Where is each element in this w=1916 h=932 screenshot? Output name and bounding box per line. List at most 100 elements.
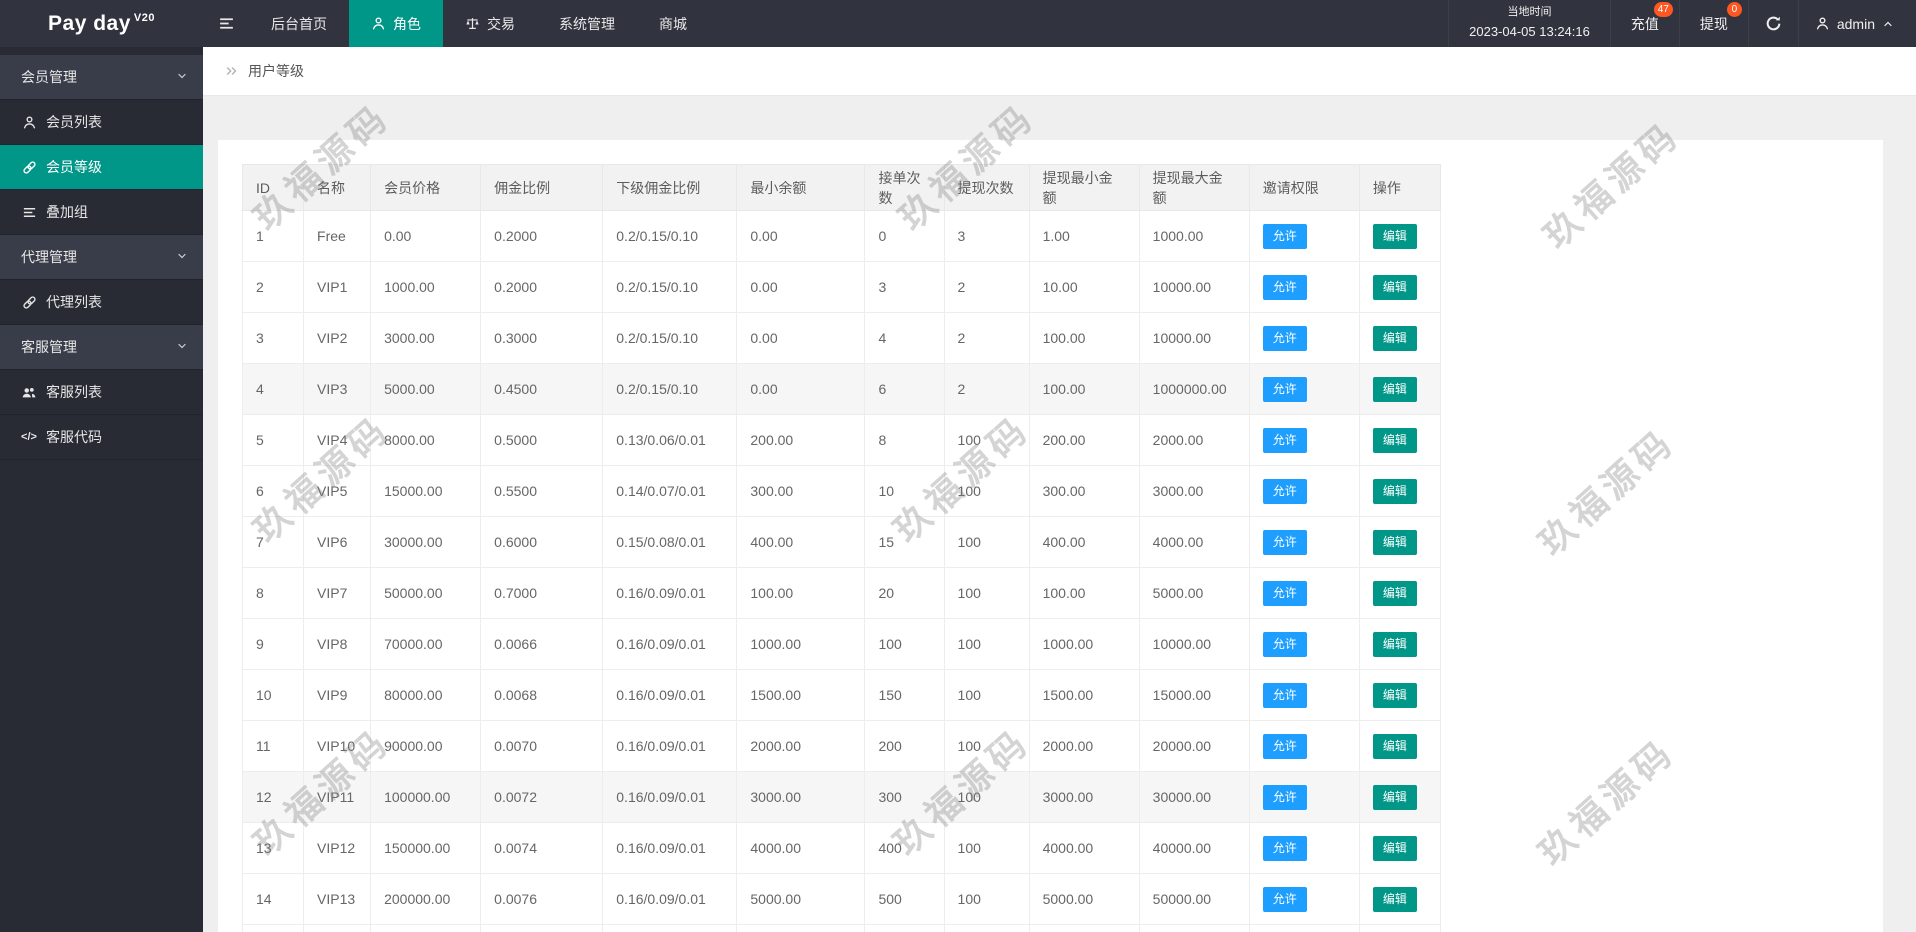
table-cell: 0.6000 — [480, 516, 604, 568]
sidebar-item[interactable]: 会员列表 — [0, 100, 203, 145]
allow-button[interactable]: 允许 — [1262, 784, 1307, 810]
column-header: 会员价格 — [370, 164, 482, 211]
table-cell: 编辑 — [1358, 465, 1442, 517]
table-cell: VIP3 — [303, 363, 372, 415]
table-cell: VIP6 — [303, 516, 372, 568]
table-cell: 编辑 — [1358, 210, 1442, 262]
edit-button[interactable]: 编辑 — [1372, 580, 1417, 606]
hamburger-icon — [218, 15, 235, 32]
withdraw-button[interactable]: 提现 0 — [1678, 0, 1748, 47]
withdraw-label: 提现 — [1699, 15, 1728, 32]
sidebar-item[interactable]: </> 客服代码 — [0, 415, 203, 460]
sidebar-item[interactable]: 叠加组 — [0, 190, 203, 235]
table-cell: VIP13 — [303, 873, 372, 925]
sidebar-item-label: 客服列表 — [46, 384, 102, 400]
top-nav-item-label: 交易 — [487, 15, 515, 32]
table-cell: 15 — [864, 516, 945, 568]
edit-button[interactable]: 编辑 — [1372, 682, 1417, 708]
table-cell: 10000.00 — [1028, 924, 1140, 932]
allow-button[interactable]: 允许 — [1262, 886, 1307, 912]
sidebar-item[interactable]: 客服列表 — [0, 370, 203, 415]
recharge-button[interactable]: 充值 47 — [1609, 0, 1679, 47]
sidebar-item[interactable]: 代理列表 — [0, 280, 203, 325]
edit-button[interactable]: 编辑 — [1372, 886, 1417, 912]
table-row: 10 VIP9 80000.00 0.0068 0.16/0.09/0.01 1500.0… — [241, 669, 1442, 721]
refresh-button[interactable] — [1747, 0, 1798, 47]
allow-button[interactable]: 允许 — [1262, 733, 1307, 759]
table-cell: VIP1 — [303, 261, 372, 313]
table-cell: 300.00 — [1028, 465, 1140, 517]
table-cell: 5000.00 — [736, 873, 866, 925]
edit-button[interactable]: 编辑 — [1372, 835, 1417, 861]
table-row: 12 VIP11 100000.00 0.0072 0.16/0.09/0.01 3000… — [241, 771, 1442, 823]
allow-button[interactable]: 允许 — [1262, 478, 1307, 504]
table-cell: 0.13/0.06/0.01 — [602, 414, 738, 466]
table-cell: 3000.00 — [1028, 771, 1140, 823]
edit-button[interactable]: 编辑 — [1372, 427, 1417, 453]
top-nav-item[interactable]: 商城 — [637, 0, 709, 47]
edit-button[interactable]: 编辑 — [1372, 274, 1417, 300]
allow-button[interactable]: 允许 — [1262, 427, 1307, 453]
sidebar-item[interactable]: 会员等级 — [0, 145, 203, 190]
link-icon — [21, 160, 37, 175]
table-cell: 0.16/0.09/0.01 — [602, 669, 738, 721]
edit-button[interactable]: 编辑 — [1372, 631, 1417, 657]
person-icon — [21, 115, 37, 130]
app-version: V20 — [133, 11, 155, 24]
edit-button[interactable]: 编辑 — [1372, 223, 1417, 249]
sidebar-group[interactable]: 会员管理 — [0, 55, 203, 100]
user-name: admin — [1836, 15, 1875, 32]
sidebar-group[interactable]: 客服管理 — [0, 325, 203, 370]
table-cell: 0.16/0.09/0.01 — [602, 720, 738, 772]
table-cell: 50000.00 — [370, 567, 482, 619]
allow-button[interactable]: 允许 — [1262, 580, 1307, 606]
sidebar-group[interactable]: 代理管理 — [0, 235, 203, 280]
allow-button[interactable]: 允许 — [1262, 682, 1307, 708]
table-cell: 0.3000 — [480, 312, 604, 364]
sidebar-toggle-button[interactable] — [203, 0, 249, 47]
edit-button[interactable]: 编辑 — [1372, 529, 1417, 555]
table-cell: 5000.00 — [1138, 567, 1250, 619]
table-cell: 允许 — [1248, 210, 1360, 262]
allow-button[interactable]: 允许 — [1262, 529, 1307, 555]
table-cell: 4000.00 — [1028, 822, 1140, 874]
table-cell: 允许 — [1248, 516, 1360, 568]
local-time-label: 当地时间 — [1507, 6, 1552, 19]
top-nav-item[interactable]: 系统管理 — [537, 0, 637, 47]
table-cell: 编辑 — [1358, 312, 1442, 364]
table-cell: 400.00 — [736, 516, 866, 568]
table-cell: 100 — [943, 720, 1030, 772]
allow-button[interactable]: 允许 — [1262, 631, 1307, 657]
table-cell: 1500.00 — [736, 669, 866, 721]
edit-button[interactable]: 编辑 — [1372, 733, 1417, 759]
table-cell: VIP4 — [303, 414, 372, 466]
table-cell: 0.16/0.09/0.01 — [602, 822, 738, 874]
allow-button[interactable]: 允许 — [1262, 223, 1307, 249]
allow-button[interactable]: 允许 — [1262, 835, 1307, 861]
table-cell: 0.14/0.07/0.01 — [602, 465, 738, 517]
table-cell: 10000.00 — [736, 924, 866, 932]
allow-button[interactable]: 允许 — [1262, 274, 1307, 300]
user-menu[interactable]: admin — [1797, 0, 1916, 47]
table-cell: 允许 — [1248, 465, 1360, 517]
top-nav-item[interactable]: 后台首页 — [249, 0, 349, 47]
table-cell: 允许 — [1248, 873, 1360, 925]
top-nav-item[interactable]: 交易 — [443, 0, 537, 47]
table-cell: 200 — [864, 720, 945, 772]
allow-button[interactable]: 允许 — [1262, 376, 1307, 402]
table-cell: 0.2/0.15/0.10 — [602, 210, 738, 262]
top-nav-item[interactable]: 角色 — [349, 0, 443, 47]
table-cell: 2 — [943, 312, 1030, 364]
withdraw-badge: 0 — [1726, 2, 1742, 17]
edit-button[interactable]: 编辑 — [1372, 784, 1417, 810]
table-cell: 0.00 — [736, 261, 866, 313]
table-cell: 1 — [241, 210, 305, 262]
table-cell: 允许 — [1248, 822, 1360, 874]
edit-button[interactable]: 编辑 — [1372, 478, 1417, 504]
table-cell: 12 — [241, 771, 305, 823]
allow-button[interactable]: 允许 — [1262, 325, 1307, 351]
table-cell: 0.0072 — [480, 771, 604, 823]
table-cell: 9 — [241, 618, 305, 670]
edit-button[interactable]: 编辑 — [1372, 376, 1417, 402]
edit-button[interactable]: 编辑 — [1372, 325, 1417, 351]
